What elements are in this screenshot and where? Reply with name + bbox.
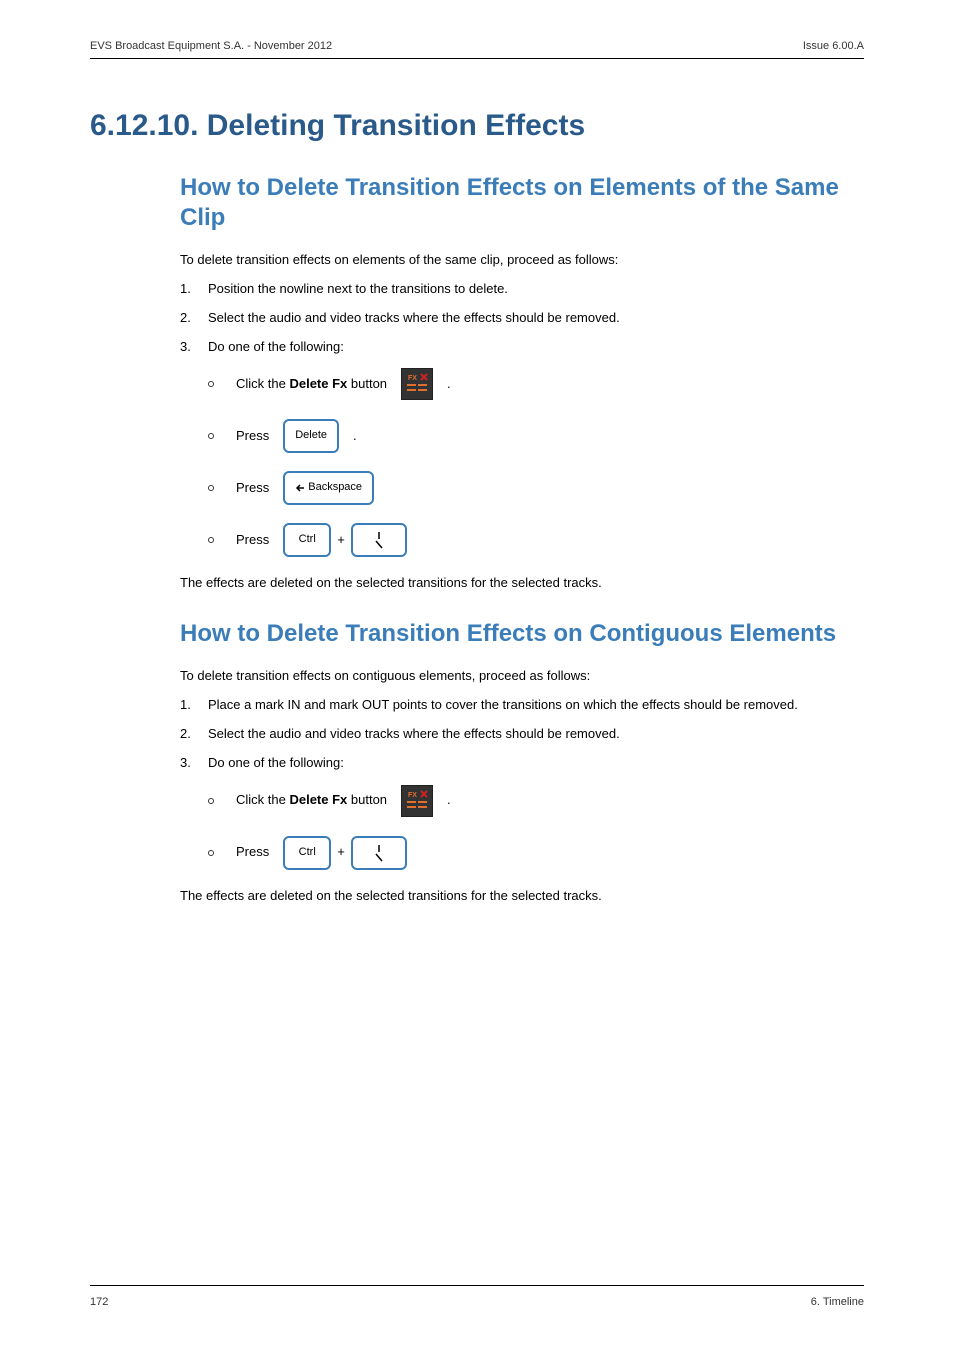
list-item: Press Ctrl +	[208, 835, 864, 871]
backslash-key-icon	[374, 531, 384, 549]
page: EVS Broadcast Equipment S.A. - November …	[0, 0, 954, 1350]
list-item: Press Ctrl +	[208, 522, 864, 558]
ordered-list-2: 1. Place a mark IN and mark OUT points t…	[180, 696, 864, 773]
sub-item-text: Click the Delete Fx button	[236, 375, 387, 394]
sub-item-text: Press	[236, 531, 269, 550]
list-item: 2. Select the audio and video tracks whe…	[180, 725, 864, 744]
intro-paragraph-1: To delete transition effects on elements…	[180, 251, 864, 270]
page-header: EVS Broadcast Equipment S.A. - November …	[90, 40, 864, 52]
list-item: 3. Do one of the following:	[180, 338, 864, 357]
footer-rule	[90, 1285, 864, 1286]
backslash-key	[351, 523, 407, 557]
intro-paragraph-2: To delete transition effects on contiguo…	[180, 667, 864, 686]
list-item: Press Delete .	[208, 418, 864, 454]
backslash-key-icon	[374, 844, 384, 862]
list-item: 2. Select the audio and video tracks whe…	[180, 309, 864, 328]
fx-icon: FX	[404, 788, 430, 814]
list-item: 1. Place a mark IN and mark OUT points t…	[180, 696, 864, 715]
trailing-dot: .	[447, 375, 451, 394]
content-block-1: How to Delete Transition Effects on Elem…	[180, 173, 864, 905]
subsection-heading-2: How to Delete Transition Effects on Cont…	[180, 619, 864, 649]
step-text: Select the audio and video tracks where …	[208, 309, 864, 328]
page-number: 172	[90, 1296, 108, 1308]
arrow-left-icon	[295, 483, 305, 493]
ctrl-key: Ctrl	[283, 836, 331, 870]
sub-item-text: Press	[236, 427, 269, 446]
plus-sign: +	[337, 531, 345, 550]
step-text: Do one of the following:	[208, 338, 864, 357]
step-number: 2.	[180, 309, 208, 328]
step-number: 2.	[180, 725, 208, 744]
backslash-key	[351, 836, 407, 870]
list-item: 1. Position the nowline next to the tran…	[180, 280, 864, 299]
sub-item-text: Press	[236, 843, 269, 862]
step-text: Do one of the following:	[208, 754, 864, 773]
bullet-icon	[208, 537, 214, 543]
plus-sign: +	[337, 843, 345, 862]
ordered-list-1: 1. Position the nowline next to the tran…	[180, 280, 864, 357]
delete-key: Delete	[283, 419, 339, 453]
svg-text:FX: FX	[408, 792, 417, 799]
list-item: Click the Delete Fx button FX .	[208, 783, 864, 819]
delete-fx-button-icon: FX	[401, 785, 433, 817]
section-heading-h1: 6.12.10. Deleting Transition Effects	[90, 109, 864, 143]
step-number: 3.	[180, 754, 208, 773]
sub-item-text: Press	[236, 479, 269, 498]
page-footer: 172 6. Timeline	[90, 1296, 864, 1308]
result-paragraph-2: The effects are deleted on the selected …	[180, 887, 864, 906]
sub-list-2: Click the Delete Fx button FX .	[180, 783, 864, 871]
svg-text:FX: FX	[408, 375, 417, 382]
step-text: Place a mark IN and mark OUT points to c…	[208, 696, 864, 715]
ctrl-key: Ctrl	[283, 523, 331, 557]
backspace-key: Backspace	[283, 471, 374, 505]
step-number: 1.	[180, 696, 208, 715]
result-paragraph-1: The effects are deleted on the selected …	[180, 574, 864, 593]
trailing-dot: .	[447, 791, 451, 810]
bullet-icon	[208, 850, 214, 856]
step-text: Select the audio and video tracks where …	[208, 725, 864, 744]
trailing-dot: .	[353, 427, 357, 446]
key-combo: Ctrl +	[283, 523, 407, 557]
bullet-icon	[208, 381, 214, 387]
list-item: Press Backspace	[208, 470, 864, 506]
bullet-icon	[208, 798, 214, 804]
step-number: 1.	[180, 280, 208, 299]
header-right: Issue 6.00.A	[803, 40, 864, 52]
step-number: 3.	[180, 338, 208, 357]
fx-icon: FX	[404, 371, 430, 397]
chapter-label: 6. Timeline	[811, 1296, 864, 1308]
sub-list-1: Click the Delete Fx button FX .	[180, 366, 864, 558]
key-combo: Ctrl +	[283, 836, 407, 870]
bullet-icon	[208, 433, 214, 439]
subsection-heading-1: How to Delete Transition Effects on Elem…	[180, 173, 864, 233]
header-rule	[90, 58, 864, 59]
header-left: EVS Broadcast Equipment S.A. - November …	[90, 40, 332, 52]
bullet-icon	[208, 485, 214, 491]
list-item: Click the Delete Fx button FX .	[208, 366, 864, 402]
list-item: 3. Do one of the following:	[180, 754, 864, 773]
sub-item-text: Click the Delete Fx button	[236, 791, 387, 810]
step-text: Position the nowline next to the transit…	[208, 280, 864, 299]
delete-fx-button-icon: FX	[401, 368, 433, 400]
